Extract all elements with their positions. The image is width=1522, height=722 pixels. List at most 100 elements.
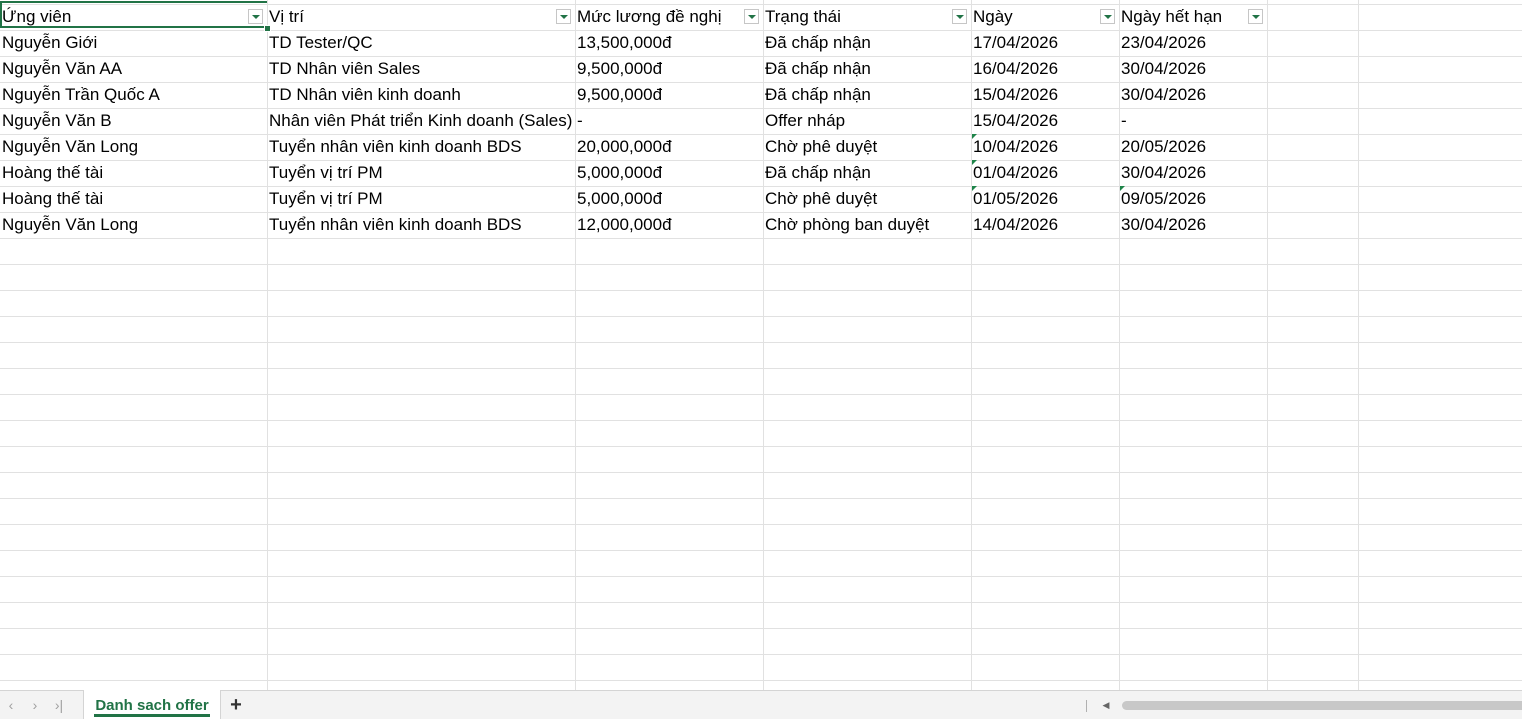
table-cell[interactable]: Tuyển vị trí PM bbox=[267, 186, 575, 212]
grid-hline bbox=[0, 316, 1522, 317]
column-header-5[interactable]: Ngày hết hạn bbox=[1119, 4, 1248, 30]
sheet-tab-danh-sach-offer[interactable]: Danh sach offer bbox=[83, 690, 221, 719]
filter-dropdown-icon[interactable] bbox=[1100, 9, 1115, 24]
column-header-3[interactable]: Trạng thái bbox=[763, 4, 952, 30]
table-cell[interactable]: 13,500,000đ bbox=[575, 30, 763, 56]
filter-dropdown-icon[interactable] bbox=[1248, 9, 1263, 24]
table-cell[interactable]: 20,000,000đ bbox=[575, 134, 763, 160]
filter-dropdown-icon[interactable] bbox=[556, 9, 571, 24]
table-cell[interactable]: Tuyển vị trí PM bbox=[267, 160, 575, 186]
table-cell[interactable]: 12,000,000đ bbox=[575, 212, 763, 238]
table-cell[interactable]: Nguyễn Văn Long bbox=[0, 134, 267, 160]
table-row: Nguyễn Giới TD Tester/QC 13,500,000đ Đã chấ… bbox=[0, 30, 1522, 56]
table-cell[interactable]: Nguyễn Văn AA bbox=[0, 56, 267, 82]
table-cell[interactable]: 30/04/2026 bbox=[1119, 82, 1267, 108]
error-indicator-icon[interactable] bbox=[972, 134, 977, 139]
grid-hline bbox=[0, 524, 1522, 525]
table-cell[interactable]: Nguyễn Giới bbox=[0, 30, 267, 56]
error-indicator-icon[interactable] bbox=[972, 160, 977, 165]
table-cell[interactable]: Đã chấp nhận bbox=[763, 56, 971, 82]
table-cell[interactable]: - bbox=[1119, 108, 1267, 134]
table-cell[interactable]: 10/04/2026 bbox=[971, 134, 1119, 160]
column-header-label: Trạng thái bbox=[765, 7, 841, 26]
header-row: Ứng viên Vị trí Mức lương đề nghị Trạng thá… bbox=[0, 4, 1522, 30]
table-cell[interactable]: Đã chấp nhận bbox=[763, 82, 971, 108]
fill-handle[interactable] bbox=[264, 25, 271, 32]
table-cell[interactable]: 30/04/2026 bbox=[1119, 160, 1267, 186]
table-cell[interactable]: 30/04/2026 bbox=[1119, 212, 1267, 238]
table-cell[interactable]: TD Nhân viên kinh doanh bbox=[267, 82, 575, 108]
table-cell[interactable]: Tuyển nhân viên kinh doanh BDS bbox=[267, 212, 575, 238]
table-row: Nguyễn Văn AA TD Nhân viên Sales 9,500,000… bbox=[0, 56, 1522, 82]
table-cell[interactable]: 5,000,000đ bbox=[575, 160, 763, 186]
scroll-left-arrow-icon[interactable]: ◀ bbox=[1100, 698, 1112, 712]
table-cell[interactable]: 09/05/2026 bbox=[1119, 186, 1267, 212]
table-row: Nguyễn Văn B Nhân viên Phát triển Kinh do… bbox=[0, 108, 1522, 134]
table-cell[interactable]: Chờ phê duyệt bbox=[763, 186, 971, 212]
column-header-label: Ngày hết hạn bbox=[1121, 7, 1223, 26]
table-cell[interactable]: TD Nhân viên Sales bbox=[267, 56, 575, 82]
scroll-separator[interactable] bbox=[1086, 700, 1087, 712]
table-row: Hoàng thế tài Tuyển vị trí PM 5,000,000đ Ch… bbox=[0, 186, 1522, 212]
column-header-1[interactable]: Vị trí bbox=[267, 4, 556, 30]
column-header-label: Ngày bbox=[973, 7, 1013, 26]
table-cell[interactable]: 20/05/2026 bbox=[1119, 134, 1267, 160]
table-cell[interactable]: Đã chấp nhận bbox=[763, 160, 971, 186]
grid-hline bbox=[0, 238, 1522, 239]
table-cell[interactable]: Hoàng thế tài bbox=[0, 160, 267, 186]
table-cell[interactable]: Offer nháp bbox=[763, 108, 971, 134]
grid-hline bbox=[0, 576, 1522, 577]
grid-hline bbox=[0, 394, 1522, 395]
grid-hline bbox=[0, 368, 1522, 369]
column-header-label: Mức lương đề nghị bbox=[577, 7, 722, 26]
table-cell[interactable]: Nguyễn Văn B bbox=[0, 108, 267, 134]
table-cell[interactable]: 01/05/2026 bbox=[971, 186, 1119, 212]
table-cell[interactable]: Chờ phê duyệt bbox=[763, 134, 971, 160]
table-row: Nguyễn Trần Quốc A TD Nhân viên kinh doan… bbox=[0, 82, 1522, 108]
grid-hline bbox=[0, 654, 1522, 655]
table-row: Hoàng thế tài Tuyển vị trí PM 5,000,000đ Đã… bbox=[0, 160, 1522, 186]
column-header-0[interactable]: Ứng viên bbox=[0, 4, 248, 30]
grid-hline bbox=[0, 342, 1522, 343]
table-cell[interactable]: 9,500,000đ bbox=[575, 56, 763, 82]
add-sheet-button[interactable]: + bbox=[226, 695, 246, 715]
column-header-2[interactable]: Mức lương đề nghị bbox=[575, 4, 744, 30]
table-cell[interactable]: 15/04/2026 bbox=[971, 108, 1119, 134]
table-cell[interactable]: Đã chấp nhận bbox=[763, 30, 971, 56]
grid-hline bbox=[0, 420, 1522, 421]
table-cell[interactable]: Chờ phòng ban duyệt bbox=[763, 212, 971, 238]
table-cell[interactable]: 9,500,000đ bbox=[575, 82, 763, 108]
table-cell[interactable]: Tuyển nhân viên kinh doanh BDS bbox=[267, 134, 575, 160]
horizontal-scrollbar-thumb[interactable] bbox=[1122, 701, 1522, 710]
table-cell[interactable]: TD Tester/QC bbox=[267, 30, 575, 56]
table-cell[interactable]: Nguyễn Trần Quốc A bbox=[0, 82, 267, 108]
filter-dropdown-icon[interactable] bbox=[248, 9, 263, 24]
table-cell[interactable]: 16/04/2026 bbox=[971, 56, 1119, 82]
table-cell[interactable]: 30/04/2026 bbox=[1119, 56, 1267, 82]
table-cell[interactable]: Nhân viên Phát triển Kinh doanh (Sales) bbox=[267, 108, 575, 134]
table-cell[interactable]: Hoàng thế tài bbox=[0, 186, 267, 212]
spreadsheet-grid[interactable]: Ứng viên Vị trí Mức lương đề nghị Trạng thá… bbox=[0, 0, 1522, 690]
grid-hline bbox=[0, 498, 1522, 499]
scroll-first-sheet-icon[interactable]: ‹ bbox=[2, 696, 20, 714]
table-cell[interactable]: Nguyễn Văn Long bbox=[0, 212, 267, 238]
table-cell[interactable]: 14/04/2026 bbox=[971, 212, 1119, 238]
table-cell[interactable]: 5,000,000đ bbox=[575, 186, 763, 212]
table-cell[interactable]: - bbox=[575, 108, 763, 134]
column-header-4[interactable]: Ngày bbox=[971, 4, 1100, 30]
scroll-next-sheet-icon[interactable]: › bbox=[26, 696, 44, 714]
table-row: Nguyễn Văn Long Tuyển nhân viên kinh doan… bbox=[0, 212, 1522, 238]
grid-hline bbox=[0, 550, 1522, 551]
filter-dropdown-icon[interactable] bbox=[744, 9, 759, 24]
table-row: Nguyễn Văn Long Tuyển nhân viên kinh doan… bbox=[0, 134, 1522, 160]
grid-hline bbox=[0, 446, 1522, 447]
column-header-label: Ứng viên bbox=[2, 7, 72, 26]
error-indicator-icon[interactable] bbox=[1120, 186, 1125, 191]
scroll-last-sheet-icon[interactable]: ›| bbox=[50, 696, 68, 714]
table-cell[interactable]: 15/04/2026 bbox=[971, 82, 1119, 108]
error-indicator-icon[interactable] bbox=[972, 186, 977, 191]
table-cell[interactable]: 01/04/2026 bbox=[971, 160, 1119, 186]
filter-dropdown-icon[interactable] bbox=[952, 9, 967, 24]
table-cell[interactable]: 23/04/2026 bbox=[1119, 30, 1267, 56]
table-cell[interactable]: 17/04/2026 bbox=[971, 30, 1119, 56]
